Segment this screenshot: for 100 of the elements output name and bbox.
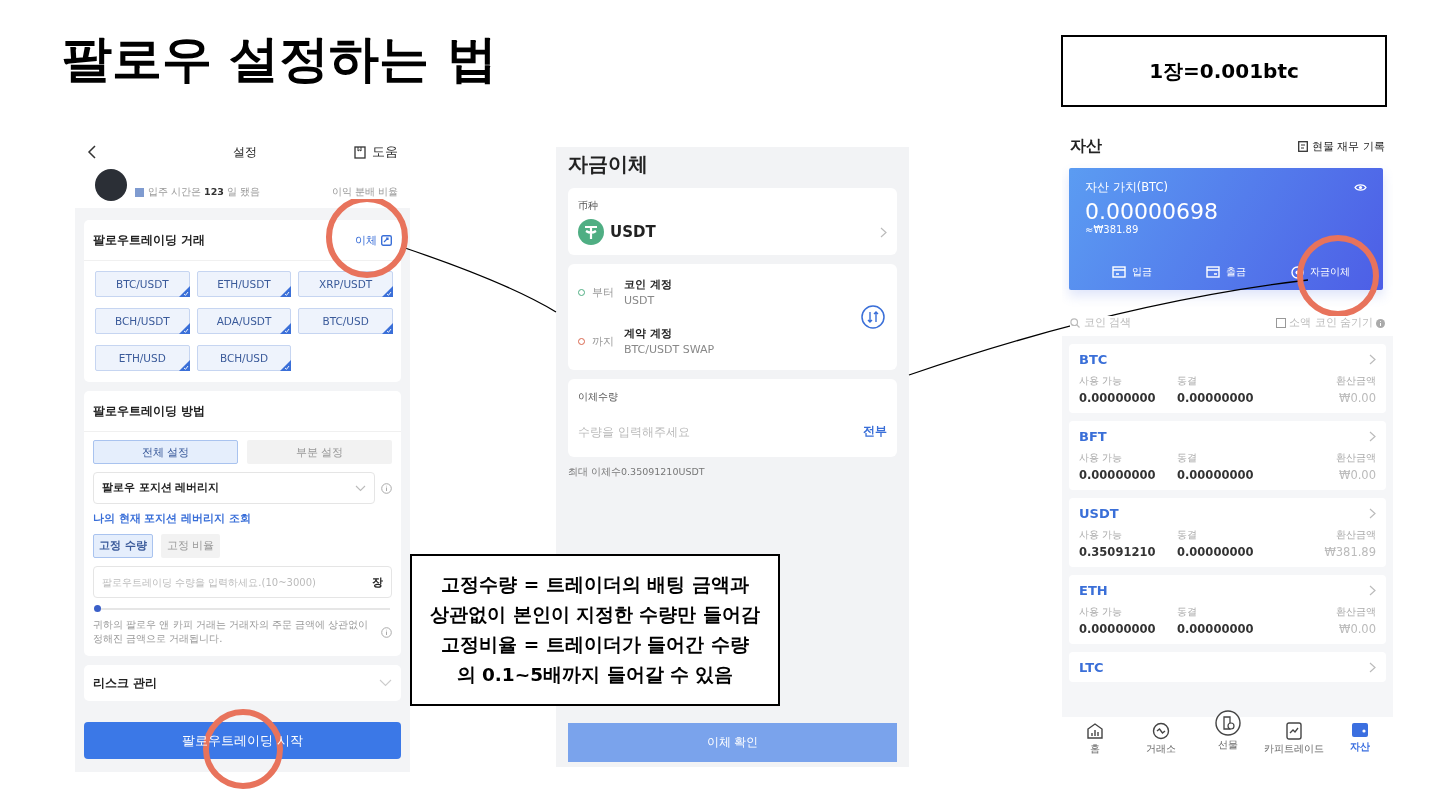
max-transfer-note: 최대 이체수0.35091210USDT	[568, 466, 706, 479]
action-button[interactable]: 출금	[1179, 264, 1273, 280]
transfer-link[interactable]: 이체	[355, 232, 392, 248]
pair-chip[interactable]: BCH/USDT	[95, 308, 190, 334]
calendar-icon	[135, 188, 144, 197]
chevron-icon	[1369, 662, 1376, 673]
swap-icon[interactable]	[861, 305, 885, 329]
info-icon[interactable]	[1376, 318, 1385, 328]
check-corner-icon	[280, 360, 292, 371]
coin-card[interactable]: BFT 사용 가능 동결 환산금액 0.00000000 0.00000000 ₩0.00	[1069, 421, 1386, 490]
nav-tab[interactable]: 거래소	[1128, 717, 1195, 756]
coin-symbol: BFT	[1079, 429, 1107, 444]
converted-value: ₩0.00	[1338, 468, 1376, 482]
frozen-label: 동결	[1177, 452, 1198, 465]
available-label: 사용 가능	[1079, 452, 1124, 465]
callout-text: 고정비율 = 트레이더가 들어간 수량	[441, 633, 749, 657]
frozen-label: 동결	[1177, 375, 1198, 388]
balance-fiat: ≈₩381.89	[1085, 224, 1140, 235]
coin-symbol: BTC	[1079, 352, 1108, 367]
available-amount: 0.35091210	[1079, 545, 1157, 559]
frozen-amount: 0.00000000	[1177, 468, 1255, 482]
avatar	[95, 169, 127, 201]
wallet-icon	[1350, 722, 1369, 738]
bar-chart-icon	[1086, 722, 1105, 740]
card-icon	[1206, 266, 1220, 278]
field-label: 币种	[578, 200, 599, 213]
currency-name: USDT	[610, 223, 656, 241]
transfer-icon	[381, 234, 392, 246]
slider-thumb[interactable]	[94, 605, 101, 612]
section-title: 리스크 관리	[93, 674, 158, 692]
available-amount: 0.00000000	[1079, 622, 1157, 636]
frozen-amount: 0.00000000	[1177, 545, 1255, 559]
coin-symbol: LTC	[1079, 660, 1104, 675]
pair-chip[interactable]: BTC/USDT	[95, 271, 190, 297]
available-amount: 0.00000000	[1079, 391, 1157, 405]
balance-value: 0.00000698	[1085, 199, 1219, 224]
converted-value: ₩0.00	[1338, 391, 1376, 405]
balance-label: 자산 가치(BTC)	[1085, 180, 1168, 195]
action-button[interactable]: 입금	[1085, 264, 1179, 280]
unit-label: 장	[372, 575, 383, 590]
value-label: 환산금액	[1336, 375, 1376, 388]
account-detail: BTC/USDT SWAP	[624, 342, 716, 358]
book-icon	[354, 145, 366, 159]
frozen-label: 동결	[1177, 529, 1198, 542]
info-icon[interactable]	[381, 482, 392, 494]
chevron-icon	[1369, 354, 1376, 365]
account-name: 코인 계정	[624, 277, 673, 293]
leverage-link[interactable]: 나의 현재 포지션 레버리지 조회	[93, 512, 392, 526]
profit-share-label: 이익 분배 비율	[331, 186, 398, 199]
coin-card[interactable]: USDT 사용 가능 동결 환산금액 0.35091210 0.00000000 ₩381.89	[1069, 498, 1386, 567]
eye-icon[interactable]	[1354, 183, 1367, 192]
pair-chip[interactable]: BTC/USD	[298, 308, 393, 334]
coin-card[interactable]: ETH 사용 가능 동결 환산금액 0.00000000 0.00000000 ₩0.00	[1069, 575, 1386, 644]
available-label: 사용 가능	[1079, 375, 1124, 388]
setting-tab[interactable]: 전체 설정	[93, 440, 238, 464]
pair-chip[interactable]: XRP/USDT	[298, 271, 393, 297]
document-icon	[1298, 140, 1308, 152]
check-corner-icon	[178, 323, 190, 334]
pair-chip[interactable]: ADA/USDT	[196, 308, 292, 334]
chevron-icon	[1369, 508, 1376, 519]
leverage-select[interactable]: 팔로우 포지션 레버리지	[93, 472, 375, 504]
pair-chip[interactable]: ETH/USD	[95, 345, 190, 371]
transfer-icon	[1290, 265, 1304, 279]
slide-title: 팔로우 설정하는 법	[62, 29, 497, 90]
action-button[interactable]: 자금이체	[1273, 264, 1367, 280]
pair-chip[interactable]: ETH/USDT	[196, 271, 292, 297]
all-button[interactable]: 전부	[863, 424, 887, 439]
back-icon[interactable]	[87, 145, 96, 159]
checkbox[interactable]	[1276, 318, 1287, 328]
chevron-down-icon	[355, 484, 366, 492]
coin-icon	[578, 219, 604, 245]
currency-selector[interactable]: 币种 USDT	[568, 188, 897, 255]
check-corner-icon	[382, 323, 393, 334]
field-label: 이체수량	[578, 391, 619, 404]
chevron-icon	[1369, 431, 1376, 442]
line-chart-icon	[1285, 722, 1302, 740]
risk-section[interactable]: 리스크 관리	[84, 665, 401, 701]
chevron-down-icon	[379, 679, 392, 687]
callout-text: 상관없이 본인이 지정한 수량만 들어감	[430, 603, 760, 627]
nav-tab[interactable]: 카피트레이드	[1260, 717, 1327, 756]
nav-tab[interactable]: 자산	[1326, 717, 1393, 754]
value-label: 환산금액	[1335, 529, 1376, 542]
coin-card[interactable]: BTC 사용 가능 동결 환산금액 0.00000000 0.00000000 ₩0.00	[1069, 344, 1386, 413]
pair-chip[interactable]: BCH/USD	[196, 345, 292, 371]
coin-card[interactable]: LTC	[1069, 652, 1386, 682]
screen-title: 자산	[1070, 135, 1102, 157]
info-note: 귀하의 팔로우 앤 카피 거래는 거래자의 주문 금액에 상관없이 정해진 금액으로 거래됩니다.	[93, 618, 370, 646]
help-link[interactable]: 도움	[354, 143, 398, 161]
account-name: 계약 계정	[624, 326, 673, 342]
nav-tab[interactable]: 홈	[1062, 717, 1129, 756]
checkbox-label: 소액 코인 숨기기	[1289, 316, 1373, 330]
info-icon[interactable]	[381, 626, 392, 638]
frozen-amount: 0.00000000	[1177, 391, 1255, 405]
account-detail: USDT	[624, 293, 656, 309]
nav-tab[interactable]: 선물	[1194, 705, 1261, 752]
chevron-icon	[880, 226, 887, 238]
mode-tab[interactable]: 고정 수량	[93, 534, 153, 558]
records-link[interactable]: 현물 재무 기록	[1298, 138, 1385, 154]
callout-text: 의 0.1~5배까지 들어갈 수 있음	[456, 663, 734, 687]
coin-symbol: ETH	[1079, 583, 1108, 598]
